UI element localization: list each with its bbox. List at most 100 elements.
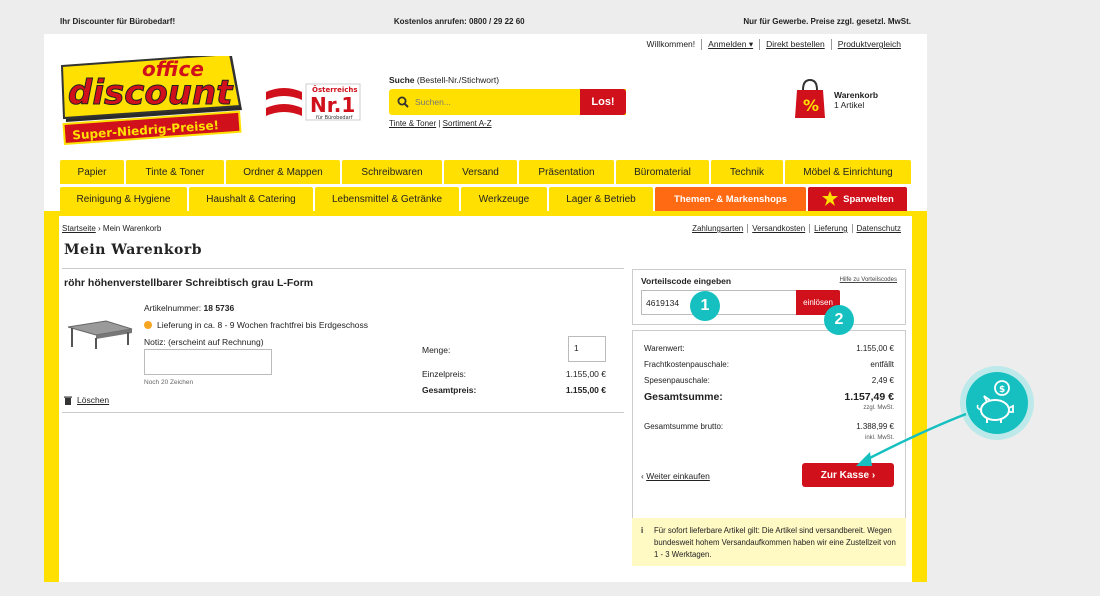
shipping-costs-link[interactable]: Versandkosten	[747, 224, 809, 233]
continue-shopping-link[interactable]: ‹ Weiter einkaufen	[641, 471, 710, 481]
note-char-count: Noch 20 Zeichen	[144, 379, 194, 386]
nav-ordner-mappen[interactable]: Ordner & Mappen	[226, 160, 340, 184]
goods-value: 1.155,00 €	[856, 344, 894, 353]
voucher-input[interactable]: 4619134	[641, 290, 799, 315]
cart-title: Warenkorb	[834, 90, 879, 100]
nav-technik[interactable]: Technik	[711, 160, 783, 184]
nav-papier[interactable]: Papier	[60, 160, 124, 184]
utility-links: Willkommen! Anmelden ▾ Direkt bestellen …	[641, 39, 908, 50]
nav-underline	[44, 211, 927, 216]
login-link[interactable]: Anmelden ▾	[701, 39, 759, 50]
search-label: Suche (Bestell-Nr./Stichwort)	[389, 75, 500, 85]
search-button[interactable]: Los!	[580, 89, 626, 115]
nav-versand[interactable]: Versand	[444, 160, 517, 184]
unit-price-label: Einzelpreis:	[422, 369, 466, 379]
checkout-button[interactable]: Zur Kasse ›	[802, 463, 894, 487]
austria-nr1-badge: Österreichs Nr.1 für Bürobedarf	[266, 83, 361, 121]
nav-lager[interactable]: Lager & Betrieb	[549, 187, 653, 211]
cart-count: 1 Artikel	[834, 100, 865, 110]
category-nav-row-1: Papier Tinte & Toner Ordner & Mappen Sch…	[60, 160, 911, 184]
breadcrumb-current: Mein Warenkorb	[102, 224, 162, 233]
nr1-main-text: Nr.1	[310, 93, 355, 117]
article-number: Artikelnummer: 18 5736	[144, 303, 235, 313]
trash-icon	[64, 396, 72, 405]
delivery-status-icon	[144, 321, 152, 329]
step-badge-2: 2	[824, 305, 854, 335]
nav-tinte-toner[interactable]: Tinte & Toner	[126, 160, 224, 184]
quantity-input[interactable]: 1	[568, 336, 606, 362]
category-nav-row-2: Reinigung & Hygiene Haushalt & Catering …	[60, 187, 911, 211]
info-links: Zahlungsarten Versandkosten Lieferung Da…	[688, 224, 905, 233]
nav-bueromaterial[interactable]: Büromaterial	[616, 160, 709, 184]
total-price: 1.155,00 €	[565, 385, 606, 395]
voucher-help-link[interactable]: Hilfe zu Vorteilscodes	[840, 277, 897, 283]
cart-widget[interactable]: % Warenkorb 1 Artikel	[794, 78, 878, 120]
shopping-bag-icon: %	[795, 78, 825, 118]
nav-schreibwaren[interactable]: Schreibwaren	[342, 160, 442, 184]
gross-total: 1.388,99 €	[856, 422, 894, 431]
grand-total: 1.157,49 €	[844, 391, 894, 403]
right-border	[912, 216, 927, 582]
top-bar: Ihr Discounter für Bürobedarf! Kostenlos…	[44, 11, 927, 31]
product-title[interactable]: röhr höhenverstellbarer Schreibtisch gra…	[64, 277, 313, 289]
ink-toner-link[interactable]: Tinte & Toner	[389, 119, 436, 128]
page-title: Mein Warenkorb	[64, 242, 203, 258]
unit-price: 1.155,00 €	[565, 369, 606, 379]
delete-item-button[interactable]: Löschen	[64, 395, 109, 405]
search-placeholder: Suchen...	[415, 97, 451, 107]
grand-total-vat-note: zzgl. MwSt.	[863, 405, 894, 411]
search-icon	[397, 96, 409, 108]
nav-sparwelten[interactable]: Sparwelten	[808, 187, 907, 211]
info-icon: i	[641, 526, 644, 535]
topbar-vat-note: Nur für Gewerbe. Preise zzgl. gesetzl. M…	[743, 16, 911, 26]
nav-moebel[interactable]: Möbel & Einrichtung	[785, 160, 911, 184]
gross-total-vat-note: inkl. MwSt.	[864, 435, 894, 441]
page: Willkommen! Anmelden ▾ Direkt bestellen …	[44, 34, 927, 582]
welcome-text: Willkommen!	[646, 39, 696, 49]
privacy-link[interactable]: Datenschutz	[851, 224, 905, 233]
voucher-box: Vorteilscode eingeben Hilfe zu Vorteilsc…	[632, 269, 906, 325]
breadcrumb: Startseite › Mein Warenkorb	[62, 224, 162, 233]
quantity-label: Menge:	[422, 345, 451, 355]
nav-praesentation[interactable]: Präsentation	[519, 160, 614, 184]
nav-werkzeuge[interactable]: Werkzeuge	[461, 187, 547, 211]
savings-piggy-callout: $	[960, 366, 1034, 440]
grand-total-label: Gesamtsumme:	[644, 391, 723, 403]
cart-item: röhr höhenverstellbarer Schreibtisch gra…	[62, 268, 624, 413]
compare-link[interactable]: Produktvergleich	[830, 39, 907, 50]
fees-value: 2,49 €	[871, 376, 894, 385]
total-price-label: Gesamtpreis:	[422, 385, 477, 395]
delivery-link[interactable]: Lieferung	[809, 224, 851, 233]
nav-haushalt[interactable]: Haushalt & Catering	[189, 187, 313, 211]
desk-product-image[interactable]	[66, 311, 134, 351]
freight-value: entfällt	[870, 360, 894, 369]
logo-text-discount: discount	[68, 73, 234, 113]
quick-order-link[interactable]: Direkt bestellen	[759, 39, 831, 50]
nav-themen-markenshops[interactable]: Themen- & Markenshops	[655, 187, 806, 211]
chevron-down-icon: ▾	[748, 39, 754, 49]
nr1-sub-text: für Bürobedarf	[316, 115, 353, 121]
fees-label: Spesenpauschale:	[644, 376, 710, 385]
note-input[interactable]	[144, 349, 272, 375]
voucher-label: Vorteilscode eingeben	[641, 276, 732, 286]
delivery-notice-text: Für sofort lieferbare Artikel gilt: Die …	[654, 526, 896, 560]
piggy-bank-icon: $	[976, 380, 1014, 423]
search-quick-links: Tinte & Toner | Sortiment A-Z	[389, 119, 492, 128]
nav-lebensmittel[interactable]: Lebensmittel & Getränke	[315, 187, 459, 211]
note-label: Notiz: (erscheint auf Rechnung)	[144, 337, 264, 347]
breadcrumb-home[interactable]: Startseite	[62, 224, 96, 233]
order-summary: Warenwert: 1.155,00 € Frachtkostenpauscha…	[632, 330, 906, 538]
payment-methods-link[interactable]: Zahlungsarten	[688, 224, 747, 233]
svg-text:$: $	[999, 385, 1005, 395]
assortment-az-link[interactable]: Sortiment A-Z	[443, 119, 492, 128]
step-badge-1: 1	[690, 291, 720, 321]
office-discount-logo[interactable]: office discount Super-Niedrig-Preise!	[60, 56, 244, 146]
savings-star-icon	[822, 191, 839, 206]
left-border	[44, 216, 59, 582]
freight-label: Frachtkostenpauschale:	[644, 360, 729, 369]
topbar-claim: Ihr Discounter für Bürobedarf!	[60, 16, 176, 26]
svg-text:%: %	[803, 96, 819, 115]
nav-reinigung[interactable]: Reinigung & Hygiene	[60, 187, 187, 211]
chevron-right-icon: ›	[871, 469, 876, 481]
topbar-phone: Kostenlos anrufen: 0800 / 29 22 60	[393, 16, 525, 26]
